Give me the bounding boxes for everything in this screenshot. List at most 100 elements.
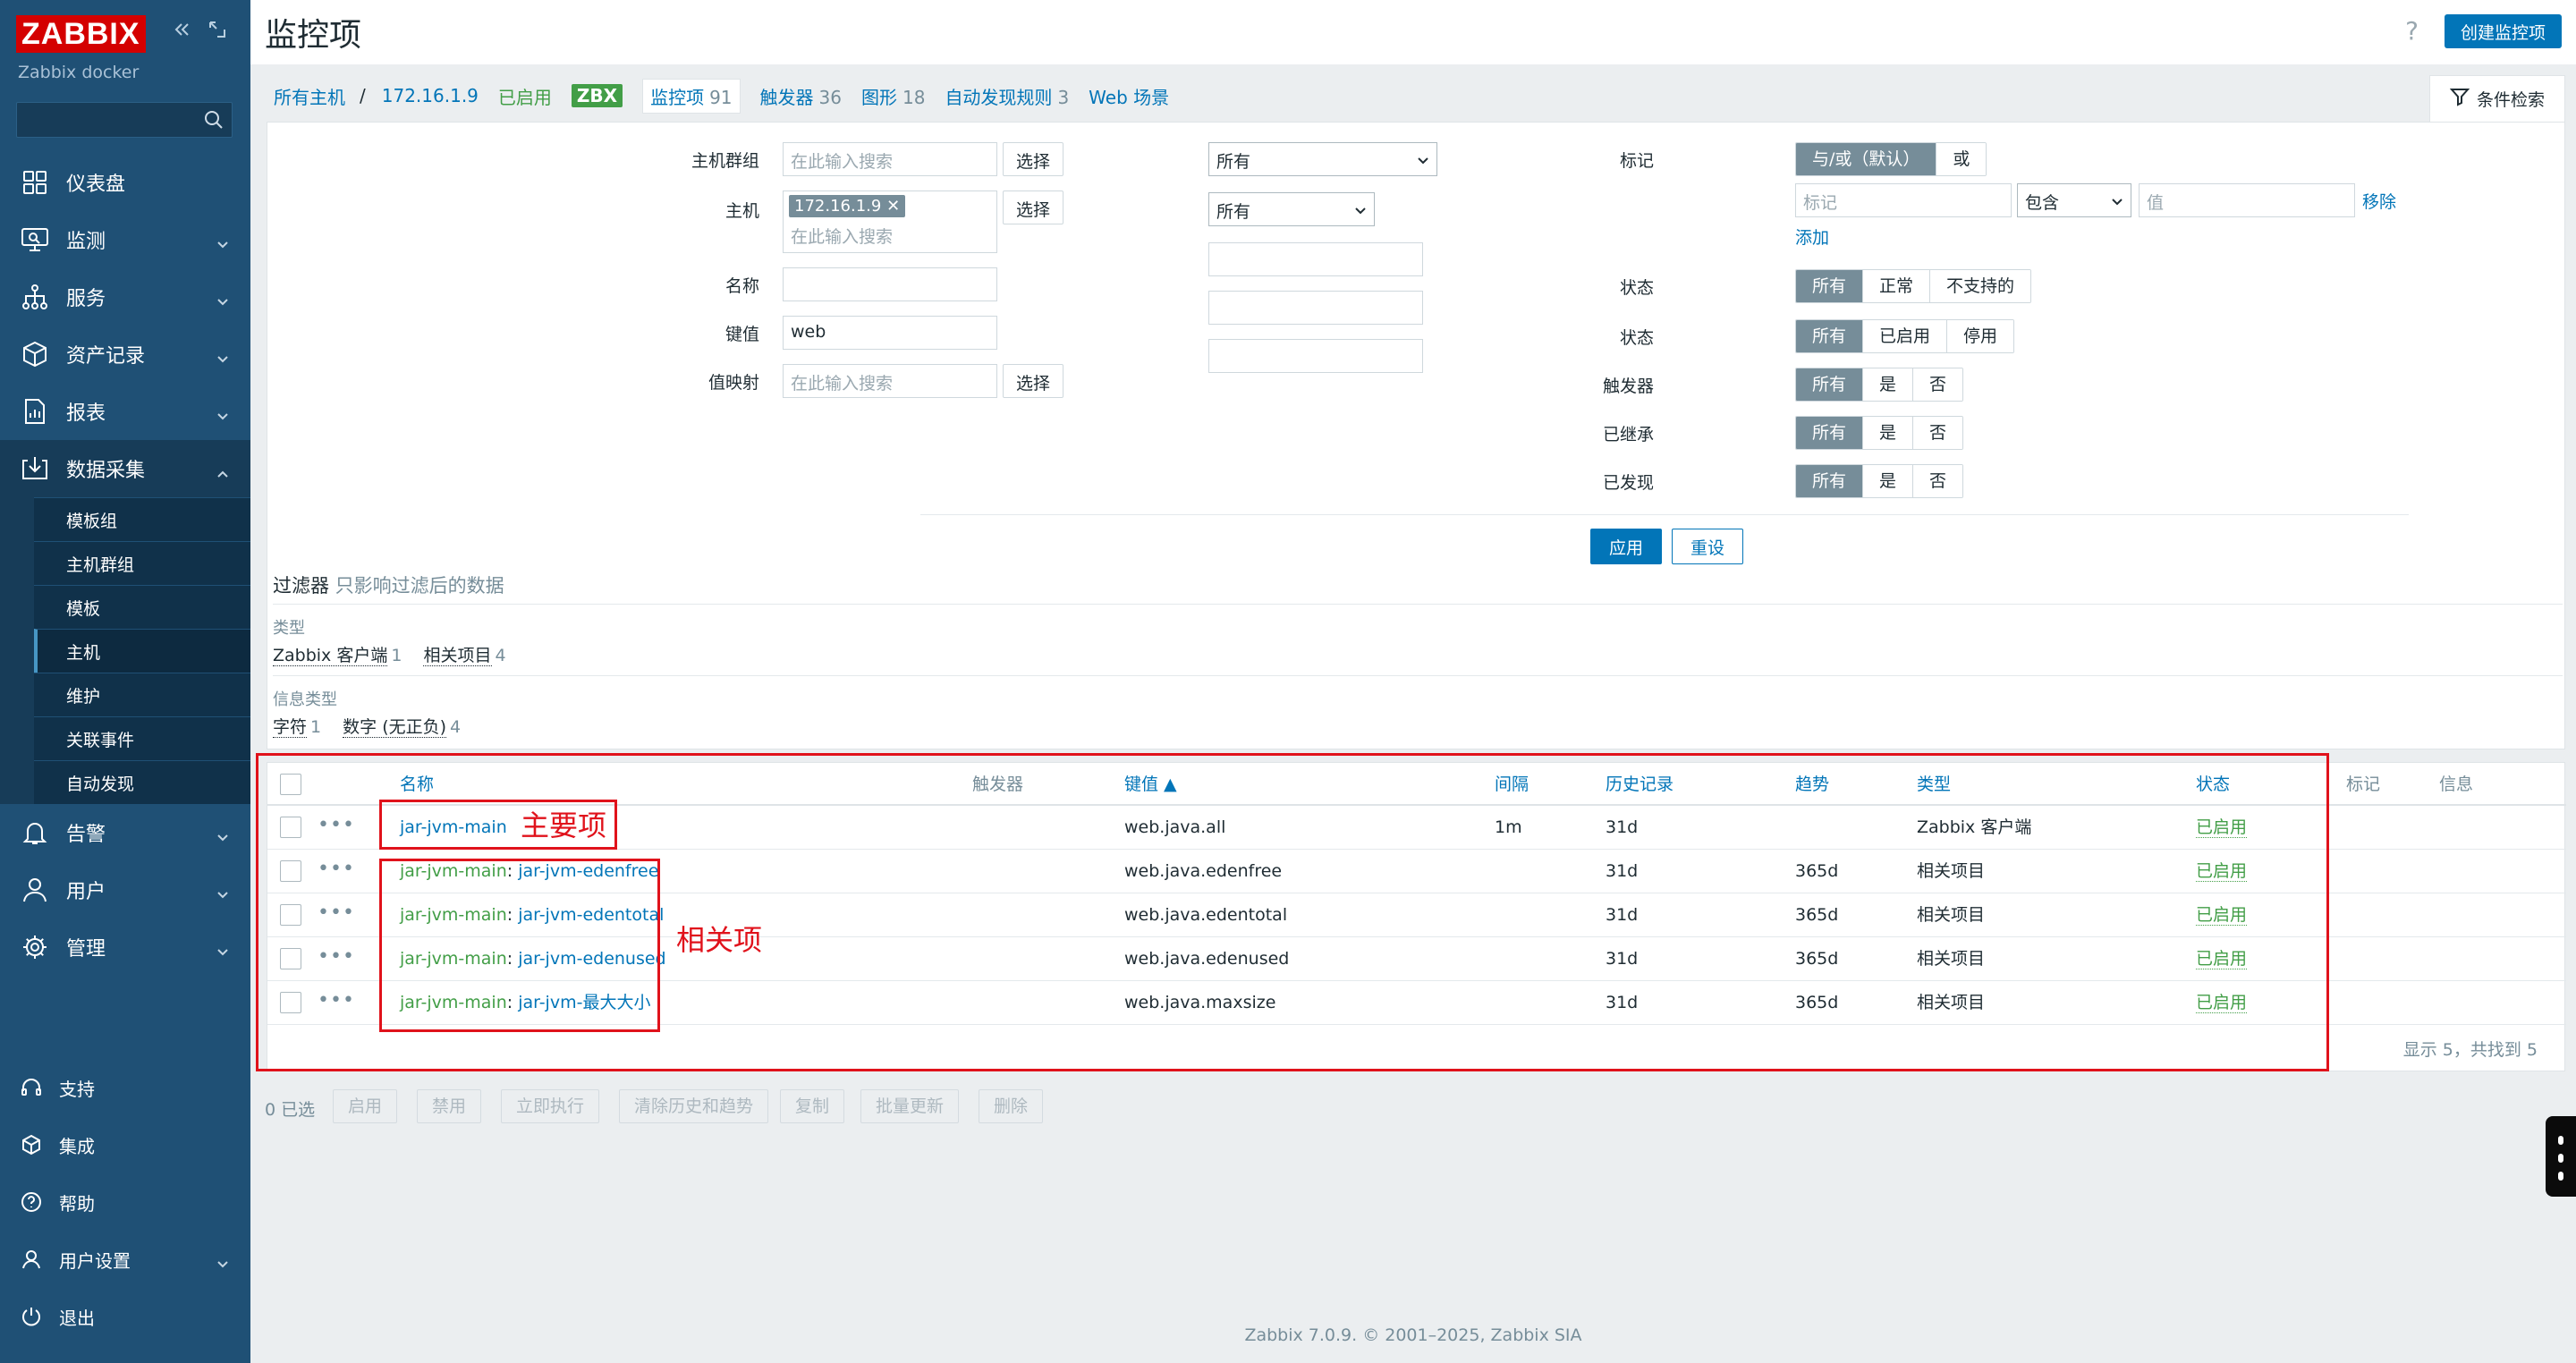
mass-copy-button[interactable]: 复制 xyxy=(780,1089,845,1123)
hosts-select-button[interactable]: 选择 xyxy=(1003,190,1064,224)
subnav-event-correlation[interactable]: 关联事件 xyxy=(34,716,250,760)
tag-remove-link[interactable]: 移除 xyxy=(2362,189,2396,213)
subnav-maintenance[interactable]: 维护 xyxy=(34,673,250,716)
status-disabled-option[interactable]: 停用 xyxy=(1946,320,2014,352)
kiosk-mode-icon[interactable] xyxy=(206,18,229,41)
nav-sign-out[interactable]: 退出 xyxy=(0,1288,250,1345)
info-type-select[interactable]: 所有 xyxy=(1208,192,1375,226)
host-chip[interactable]: 172.16.1.9 ✕ xyxy=(789,195,906,217)
tab-count: 36 xyxy=(818,86,842,108)
remove-chip-icon[interactable]: ✕ xyxy=(886,197,900,216)
mass-enable-button[interactable]: 启用 xyxy=(333,1089,398,1123)
apply-filter-button[interactable]: 应用 xyxy=(1590,529,1663,564)
trends-input[interactable] xyxy=(1208,291,1423,325)
reports-icon xyxy=(20,396,50,427)
subnav-templates[interactable]: 模板 xyxy=(34,585,250,629)
nav-help[interactable]: 帮助 xyxy=(0,1173,250,1231)
chevron-down-icon xyxy=(1354,202,1367,222)
nav-administration[interactable]: 管理 xyxy=(0,919,250,976)
subnav-discovery[interactable]: 自动发现 xyxy=(34,760,250,804)
key-input[interactable]: web xyxy=(783,316,997,350)
filter-toggle-tab[interactable]: 条件检索 xyxy=(2429,75,2565,122)
update-interval-input[interactable] xyxy=(1208,339,1423,373)
server-name: Zabbix docker xyxy=(18,63,140,82)
nav-user-settings[interactable]: 用户设置 xyxy=(0,1231,250,1288)
reset-filter-button[interactable]: 重设 xyxy=(1672,529,1744,564)
search-icon[interactable] xyxy=(203,109,225,135)
value-map-input[interactable]: 在此输入搜索 xyxy=(783,364,997,398)
mass-update-button[interactable]: 批量更新 xyxy=(860,1089,960,1123)
tag-operator-select[interactable]: 包含 xyxy=(2017,183,2131,217)
tag-add-link[interactable]: 添加 xyxy=(1795,224,1829,249)
discovered-no-option[interactable]: 否 xyxy=(1912,465,1963,497)
host-groups-input[interactable]: 在此输入搜索 xyxy=(783,142,997,176)
status-all-option[interactable]: 所有 xyxy=(1796,320,1863,352)
mass-disable-button[interactable]: 禁用 xyxy=(417,1089,482,1123)
triggers-no-option[interactable]: 否 xyxy=(1912,368,1963,401)
nav-inventory[interactable]: 资产记录 xyxy=(0,326,250,383)
create-item-button[interactable]: 创建监控项 xyxy=(2444,14,2562,48)
tab-triggers[interactable]: 触发器 36 xyxy=(760,83,842,109)
status-enabled-option[interactable]: 已启用 xyxy=(1862,320,1947,352)
nav-services[interactable]: 服务 xyxy=(0,268,250,326)
type-select[interactable]: 所有 xyxy=(1208,142,1437,176)
zbx-availability-badge: ZBX xyxy=(571,84,623,107)
subnav-template-groups[interactable]: 模板组 xyxy=(34,497,250,541)
history-input[interactable] xyxy=(1208,242,1423,276)
state-all-option[interactable]: 所有 xyxy=(1796,270,1863,302)
triggers-yes-option[interactable]: 是 xyxy=(1862,368,1913,401)
nav-data-collection[interactable]: 数据采集 xyxy=(0,440,250,497)
subnav-hosts[interactable]: 主机 xyxy=(34,629,250,673)
inherited-all-option[interactable]: 所有 xyxy=(1796,417,1863,449)
subfilter-value[interactable]: Zabbix 客户端 xyxy=(273,646,388,666)
nav-users[interactable]: 用户 xyxy=(0,861,250,919)
state-normal-option[interactable]: 正常 xyxy=(1862,270,1930,302)
subfilter-value[interactable]: 相关项目 xyxy=(423,646,492,666)
hosts-multiselect[interactable]: 172.16.1.9 ✕ 在此输入搜索 xyxy=(783,190,997,253)
col-tags: 标记 xyxy=(2346,775,2381,794)
side-panel-handle[interactable] xyxy=(2546,1116,2576,1197)
nav-support[interactable]: 支持 xyxy=(0,1059,250,1116)
tag-name-input[interactable]: 标记 xyxy=(1795,183,2012,217)
table-results-count: 显示 5，共找到 5 xyxy=(2402,1040,2538,1060)
tags-or-option[interactable]: 或 xyxy=(1936,143,1987,175)
breadcrumb-all-hosts[interactable]: 所有主机 xyxy=(274,83,345,109)
mass-delete-button[interactable]: 删除 xyxy=(979,1089,1044,1123)
host-groups-select-button[interactable]: 选择 xyxy=(1003,142,1064,176)
tags-and-or-option[interactable]: 与/或（默认） xyxy=(1796,143,1936,175)
name-input[interactable] xyxy=(783,267,997,301)
tab-graphs[interactable]: 图形 18 xyxy=(861,83,925,109)
triggers-all-option[interactable]: 所有 xyxy=(1796,368,1863,401)
subfilter-group-values: 字符 1 数字 (无正负) 4 xyxy=(273,714,2563,738)
breadcrumb-host[interactable]: 172.16.1.9 xyxy=(382,85,479,106)
subfilter-count: 4 xyxy=(495,646,506,665)
subfilter-value[interactable]: 数字 (无正负) xyxy=(343,717,447,738)
discovered-yes-option[interactable]: 是 xyxy=(1862,465,1913,497)
zabbix-logo[interactable]: ZABBIX xyxy=(16,15,146,53)
tag-value-input[interactable]: 值 xyxy=(2139,183,2355,217)
nav-alerts[interactable]: 告警 xyxy=(0,804,250,861)
nav-reports[interactable]: 报表 xyxy=(0,383,250,440)
nav-dashboard[interactable]: 仪表盘 xyxy=(0,154,250,211)
subfilter-group-type: 类型 Zabbix 客户端 1 相关项目 4 xyxy=(273,604,2563,666)
collapse-sidebar-icon[interactable] xyxy=(170,18,193,41)
state-unsupported-option[interactable]: 不支持的 xyxy=(1929,270,2031,302)
monitoring-icon xyxy=(20,224,50,255)
mass-execute-now-button[interactable]: 立即执行 xyxy=(501,1089,600,1123)
sidebar-search-input[interactable] xyxy=(16,102,233,138)
tab-items[interactable]: 监控项 91 xyxy=(642,78,741,114)
subnav-host-groups[interactable]: 主机群组 xyxy=(34,541,250,585)
mass-clear-history-button[interactable]: 清除历史和趋势 xyxy=(619,1089,769,1123)
inherited-no-option[interactable]: 否 xyxy=(1912,417,1963,449)
tab-discovery-rules[interactable]: 自动发现规则 3 xyxy=(945,83,1069,109)
subfilter-value[interactable]: 字符 xyxy=(273,717,308,738)
value-map-select-button[interactable]: 选择 xyxy=(1003,364,1064,398)
tab-web-scenarios[interactable]: Web 场景 xyxy=(1089,83,1169,109)
inherited-yes-option[interactable]: 是 xyxy=(1862,417,1913,449)
nav-monitoring[interactable]: 监测 xyxy=(0,211,250,268)
nav-label: 告警 xyxy=(66,824,106,846)
host-status-enabled[interactable]: 已启用 xyxy=(498,83,552,109)
nav-integrations[interactable]: 集成 xyxy=(0,1116,250,1173)
discovered-all-option[interactable]: 所有 xyxy=(1796,465,1863,497)
help-icon[interactable]: ? xyxy=(2405,16,2419,46)
